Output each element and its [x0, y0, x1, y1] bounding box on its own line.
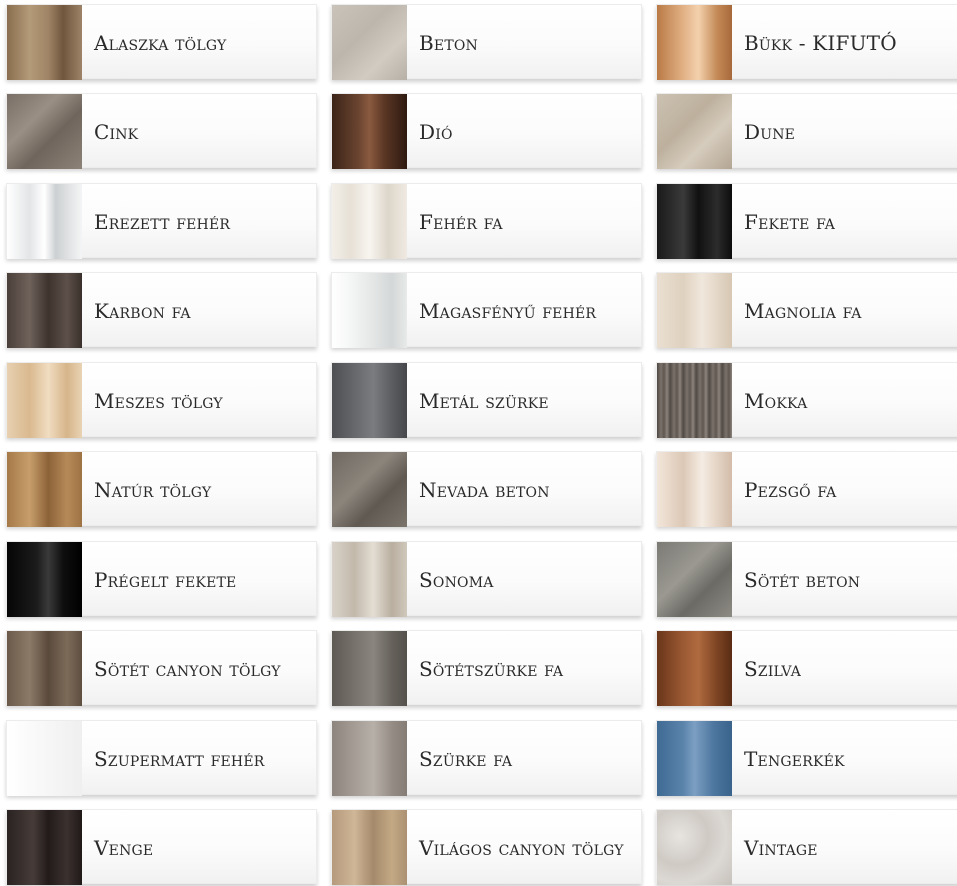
- color-swatch-image: [657, 94, 732, 169]
- color-swatch-image: [332, 631, 407, 706]
- color-option-label: Sötétszürke fa: [419, 656, 564, 681]
- color-swatch-image: [332, 94, 407, 169]
- color-option-label: Erezett fehér: [94, 209, 231, 234]
- color-option-card[interactable]: Erezett fehér: [6, 183, 317, 259]
- color-option-card[interactable]: Fehér fa: [331, 183, 642, 259]
- color-option-label: Pezsgő fa: [744, 477, 837, 502]
- color-swatch-image: [332, 452, 407, 527]
- color-swatch-image: [657, 184, 732, 259]
- color-swatch-image: [657, 810, 732, 885]
- color-option-card[interactable]: Sötét canyon tölgy: [6, 630, 317, 706]
- color-option-label: Dune: [744, 119, 796, 144]
- color-swatch-image: [332, 184, 407, 259]
- color-swatch-image: [7, 631, 82, 706]
- color-option-label: Beton: [419, 30, 478, 55]
- color-option-label: Szilva: [744, 656, 802, 681]
- color-option-card[interactable]: Dune: [656, 93, 957, 169]
- color-swatch-image: [7, 5, 82, 80]
- color-swatch-image: [332, 542, 407, 617]
- color-option-label: Dió: [419, 119, 453, 144]
- color-option-card[interactable]: Tengerkék: [656, 720, 957, 796]
- color-option-label: Fekete fa: [744, 209, 836, 234]
- color-option-card[interactable]: Prégelt fekete: [6, 541, 317, 617]
- color-option-card[interactable]: Bükk - KIFUTÓ: [656, 4, 957, 80]
- color-option-card[interactable]: Meszes tölgy: [6, 362, 317, 438]
- color-option-card[interactable]: Sötétszürke fa: [331, 630, 642, 706]
- color-swatch-image: [7, 542, 82, 617]
- color-option-card[interactable]: Nevada beton: [331, 451, 642, 527]
- color-option-label: Venge: [94, 835, 154, 860]
- color-option-card[interactable]: Szilva: [656, 630, 957, 706]
- color-option-label: Sötét canyon tölgy: [94, 656, 281, 681]
- color-option-card[interactable]: Magnolia fa: [656, 272, 957, 348]
- color-option-label: Prégelt fekete: [94, 567, 237, 592]
- color-option-card[interactable]: Vintage: [656, 809, 957, 885]
- color-option-card[interactable]: Szupermatt fehér: [6, 720, 317, 796]
- color-swatch-image: [657, 542, 732, 617]
- color-option-label: Világos canyon tölgy: [419, 835, 624, 860]
- color-option-label: Alaszka tölgy: [94, 30, 227, 55]
- color-swatch-image: [7, 721, 82, 796]
- color-option-label: Bükk - KIFUTÓ: [744, 30, 897, 55]
- color-swatch-image: [7, 184, 82, 259]
- color-option-card[interactable]: Metál szürke: [331, 362, 642, 438]
- color-option-label: Karbon fa: [94, 298, 191, 323]
- color-swatch-image: [657, 363, 732, 438]
- color-swatch-image: [657, 631, 732, 706]
- color-option-card[interactable]: Dió: [331, 93, 642, 169]
- color-swatch-image: [7, 452, 82, 527]
- color-swatch-image: [332, 363, 407, 438]
- color-option-label: Meszes tölgy: [94, 388, 223, 413]
- color-option-label: Magasfényű fehér: [419, 298, 597, 323]
- color-swatch-image: [7, 94, 82, 169]
- color-option-card[interactable]: Magasfényű fehér: [331, 272, 642, 348]
- color-option-card[interactable]: Szürke fa: [331, 720, 642, 796]
- color-option-label: Szürke fa: [419, 746, 513, 771]
- color-option-label: Metál szürke: [419, 388, 549, 413]
- color-swatch-image: [657, 452, 732, 527]
- color-option-card[interactable]: Beton: [331, 4, 642, 80]
- color-swatch-image: [332, 5, 407, 80]
- color-option-card[interactable]: Sötét beton: [656, 541, 957, 617]
- color-swatch-image: [7, 363, 82, 438]
- color-option-label: Nevada beton: [419, 477, 550, 502]
- color-swatch-image: [657, 5, 732, 80]
- color-option-label: Fehér fa: [419, 209, 503, 234]
- color-option-label: Vintage: [744, 835, 818, 860]
- color-option-card[interactable]: Alaszka tölgy: [6, 4, 317, 80]
- color-option-label: Cink: [94, 119, 139, 144]
- color-option-card[interactable]: Cink: [6, 93, 317, 169]
- color-option-card[interactable]: Fekete fa: [656, 183, 957, 259]
- color-swatch-image: [7, 810, 82, 885]
- color-option-label: Sötét beton: [744, 567, 861, 592]
- color-swatch-image: [657, 273, 732, 348]
- color-option-label: Szupermatt fehér: [94, 746, 265, 771]
- color-option-label: Sonoma: [419, 567, 494, 592]
- color-option-card[interactable]: Mokka: [656, 362, 957, 438]
- color-option-card[interactable]: Natúr tölgy: [6, 451, 317, 527]
- color-swatch-image: [332, 273, 407, 348]
- color-swatch-image: [7, 273, 82, 348]
- color-option-card[interactable]: Pezsgő fa: [656, 451, 957, 527]
- color-swatch-grid: Alaszka tölgy Beton Bükk - KIFUTÓ Cink Dió Du…: [0, 0, 957, 886]
- color-option-label: Natúr tölgy: [94, 477, 212, 502]
- color-swatch-image: [332, 721, 407, 796]
- color-option-label: Tengerkék: [744, 746, 845, 771]
- color-option-label: Mokka: [744, 388, 808, 413]
- color-option-label: Magnolia fa: [744, 298, 862, 323]
- color-swatch-image: [332, 810, 407, 885]
- color-swatch-image: [657, 721, 732, 796]
- color-option-card[interactable]: Venge: [6, 809, 317, 885]
- color-option-card[interactable]: Karbon fa: [6, 272, 317, 348]
- color-option-card[interactable]: Világos canyon tölgy: [331, 809, 642, 885]
- color-option-card[interactable]: Sonoma: [331, 541, 642, 617]
